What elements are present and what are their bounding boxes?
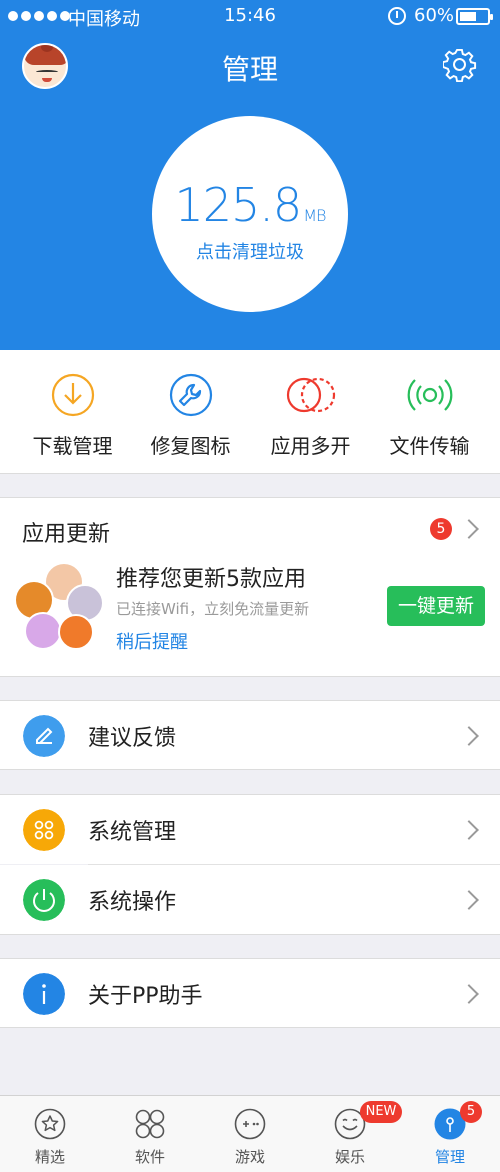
app-icons-cluster (14, 562, 106, 652)
update-headline: 推荐您更新5款应用 (116, 567, 306, 592)
menu-item-system-ops[interactable]: 系统操作 (0, 865, 500, 935)
menu-item-label: 系统管理 (88, 820, 177, 845)
tool-label: 下载管理 (32, 434, 113, 458)
remind-later-link[interactable]: 稍后提醒 (116, 628, 188, 654)
tab-label: 软件 (134, 1148, 165, 1166)
updates-count-badge: 5 (430, 518, 452, 540)
page-title: 管理 (221, 53, 278, 86)
tab-featured[interactable]: 精选 (0, 1096, 100, 1172)
menu-item-label: 建议反馈 (88, 726, 177, 751)
junk-size-unit: MB (303, 206, 326, 225)
updates-title: 应用更新 (22, 522, 111, 547)
tab-label: 精选 (34, 1148, 65, 1166)
clean-junk-button[interactable]: 125.8 MB 点击清理垃圾 (152, 116, 348, 312)
battery-level (460, 12, 476, 21)
grid-icon (23, 809, 65, 851)
wrench-icon (169, 373, 213, 417)
chevron-right-icon (459, 890, 479, 910)
power-icon (23, 879, 65, 921)
tab-manage[interactable]: 管理 (400, 1096, 500, 1172)
menu-item-system-manage[interactable]: 系统管理 (0, 794, 500, 864)
tab-label: 游戏 (234, 1148, 265, 1166)
menu-item-feedback[interactable]: 建议反馈 (0, 700, 500, 770)
tool-download-manager[interactable]: 下载管理 (10, 350, 135, 474)
alarm-icon (388, 7, 406, 25)
tab-software[interactable]: 软件 (100, 1096, 200, 1172)
chevron-right-icon[interactable] (459, 519, 479, 539)
download-icon (51, 373, 95, 417)
header: 中国移动 15:46 60% 管理 125.8 MB 点击清理垃圾 (0, 0, 500, 350)
update-subtext: 已连接Wifi，立刻免流量更新 (116, 600, 310, 618)
tab-label: 娱乐 (334, 1148, 365, 1166)
status-bar: 中国移动 15:46 60% (0, 0, 500, 32)
clean-junk-label: 点击清理垃圾 (196, 242, 304, 263)
chevron-right-icon (459, 820, 479, 840)
battery-icon (456, 8, 493, 25)
bottom-tab-bar: 精选 软件 游戏 娱乐 管理 NEW 5 (0, 1095, 500, 1172)
app-icon (58, 614, 94, 650)
junk-size-value: 125.8 (174, 178, 303, 232)
tool-label: 应用多开 (270, 434, 351, 458)
new-badge: NEW (360, 1101, 402, 1123)
app-icon (24, 612, 62, 650)
manage-count-badge: 5 (460, 1101, 482, 1123)
junk-size: 125.8 MB (152, 178, 348, 232)
star-icon (34, 1108, 66, 1140)
tool-label: 文件传输 (389, 434, 470, 458)
tool-label: 修复图标 (150, 434, 231, 458)
broadcast-icon (407, 379, 453, 411)
menu-item-about[interactable]: 关于PP助手 (0, 958, 500, 1028)
app-updates-card: 应用更新 5 推荐您更新5款应用 已连接Wifi，立刻免流量更新 稍后提醒 一键… (0, 497, 500, 677)
tool-repair-icons[interactable]: 修复图标 (128, 350, 253, 474)
multi-open-icon (286, 377, 336, 413)
tool-file-transfer[interactable]: 文件传输 (367, 350, 492, 474)
battery-percent: 60% (414, 5, 455, 26)
update-all-button[interactable]: 一键更新 (387, 586, 485, 626)
chevron-right-icon (459, 726, 479, 746)
gear-icon[interactable] (443, 48, 477, 82)
tab-games[interactable]: 游戏 (200, 1096, 300, 1172)
pencil-icon (23, 715, 65, 757)
chevron-right-icon (459, 984, 479, 1004)
info-icon (23, 973, 65, 1015)
gamepad-icon (234, 1108, 266, 1140)
menu-item-label: 关于PP助手 (88, 984, 203, 1009)
tab-label: 管理 (434, 1148, 465, 1166)
tools-row: 下载管理 修复图标 应用多开 文件传输 (0, 350, 500, 474)
apps-icon (135, 1109, 165, 1139)
tool-multi-open[interactable]: 应用多开 (248, 350, 373, 474)
menu-item-label: 系统操作 (88, 890, 177, 915)
